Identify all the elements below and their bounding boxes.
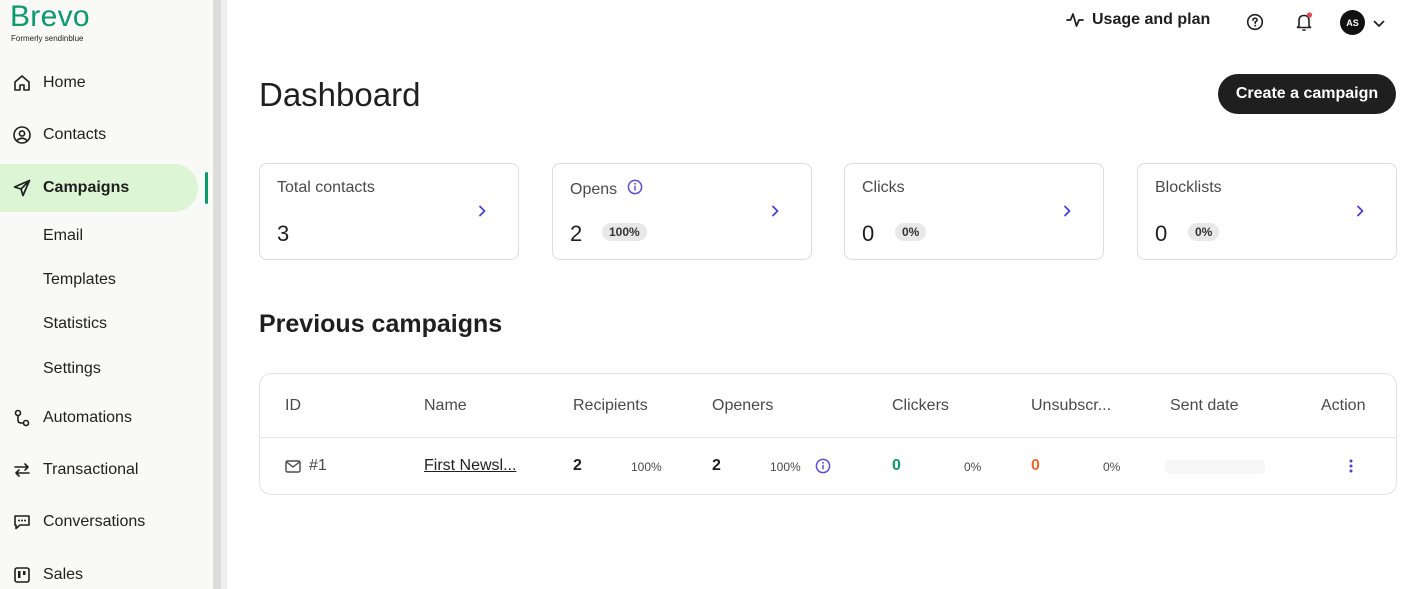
openers-percent: 100% xyxy=(770,460,801,474)
unsubscribed-count: 0 xyxy=(1031,457,1040,474)
clickers-count: 0 xyxy=(892,457,901,474)
stat-card-blocklists[interactable]: Blocklists 0 0% xyxy=(1137,163,1397,260)
sidebar-subitem-statistics[interactable]: Statistics xyxy=(43,315,107,333)
column-header-clickers[interactable]: Clickers xyxy=(892,397,949,415)
sidebar-item-conversations[interactable]: Conversations xyxy=(0,498,198,546)
sidebar-item-label: Conversations xyxy=(43,513,146,530)
sales-icon xyxy=(11,564,33,586)
chevron-right-icon xyxy=(477,204,487,223)
stat-label-text: Clicks xyxy=(862,179,905,196)
sidebar-item-home[interactable]: Home xyxy=(0,59,198,107)
transactional-icon xyxy=(11,459,33,481)
column-header-sent-date[interactable]: Sent date xyxy=(1170,397,1239,415)
stat-label: Clicks xyxy=(862,179,905,197)
sidebar-item-label: Contacts xyxy=(43,126,107,143)
stat-card-clicks[interactable]: Clicks 0 0% xyxy=(844,163,1104,260)
sent-date-redacted xyxy=(1165,460,1265,474)
sidebar-subitem-templates[interactable]: Templates xyxy=(43,271,116,289)
stat-label-text: Opens xyxy=(570,180,618,198)
campaign-name-link[interactable]: First Newsl... xyxy=(424,457,516,475)
active-indicator xyxy=(205,172,208,204)
sidebar: Brevo Formerly sendinblue Home Contacts … xyxy=(0,0,213,589)
chevron-right-icon xyxy=(1062,204,1072,223)
percent-badge: 0% xyxy=(895,223,927,241)
unsubscribed-percent: 0% xyxy=(1103,460,1121,474)
chevron-down-icon[interactable] xyxy=(1373,15,1385,33)
table-divider xyxy=(260,437,1396,438)
sidebar-subitem-email[interactable]: Email xyxy=(43,227,83,245)
usage-and-plan-link[interactable]: Usage and plan xyxy=(1066,11,1210,29)
openers-count: 2 xyxy=(712,457,721,474)
stat-value: 0 xyxy=(862,221,875,246)
campaigns-table: ID Name Recipients Openers Clickers Unsu… xyxy=(259,373,1397,495)
activity-icon xyxy=(1066,13,1084,27)
column-header-action: Action xyxy=(1321,397,1366,414)
stat-label: Blocklists xyxy=(1155,179,1222,197)
sidebar-item-label: Transactional xyxy=(43,461,139,478)
home-icon xyxy=(11,72,33,94)
campaign-id-cell: #1 xyxy=(285,457,327,475)
percent-badge: 100% xyxy=(602,223,647,241)
notification-bell-icon[interactable] xyxy=(1295,11,1315,38)
sidebar-item-contacts[interactable]: Contacts xyxy=(0,111,198,159)
more-options-icon[interactable] xyxy=(1343,457,1359,480)
column-header-recipients[interactable]: Recipients xyxy=(573,397,648,415)
stat-label: Total contacts xyxy=(277,179,375,197)
contacts-icon xyxy=(11,124,33,146)
section-title-previous-campaigns: Previous campaigns xyxy=(259,310,503,338)
column-header-id[interactable]: ID xyxy=(285,397,301,415)
create-campaign-button[interactable]: Create a campaign xyxy=(1218,74,1396,114)
sidebar-item-label: Campaigns xyxy=(43,179,130,196)
info-icon[interactable] xyxy=(815,458,831,479)
usage-label: Usage and plan xyxy=(1092,11,1211,28)
sidebar-item-label: Home xyxy=(43,74,86,91)
avatar[interactable]: AS xyxy=(1340,10,1365,35)
chat-icon xyxy=(11,511,33,533)
chevron-right-icon xyxy=(1355,204,1365,223)
brand-name: Brevo xyxy=(10,0,90,33)
recipients-percent: 100% xyxy=(631,460,662,474)
brand-logo[interactable]: Brevo Formerly sendinblue xyxy=(10,0,90,44)
stat-label-text: Total contacts xyxy=(277,179,375,196)
sidebar-item-automations[interactable]: Automations xyxy=(0,394,198,442)
chevron-right-icon xyxy=(770,204,780,223)
sidebar-item-sales[interactable]: Sales xyxy=(0,551,198,589)
sidebar-scrollbar[interactable] xyxy=(213,0,227,589)
percent-badge: 0% xyxy=(1188,223,1220,241)
stat-card-total-contacts[interactable]: Total contacts 3 xyxy=(259,163,519,260)
sidebar-subitem-settings[interactable]: Settings xyxy=(43,360,101,378)
stat-card-opens[interactable]: Opens 2 100% xyxy=(552,163,812,260)
clickers-percent: 0% xyxy=(964,460,982,474)
send-icon xyxy=(11,177,33,199)
sidebar-item-campaigns[interactable]: Campaigns xyxy=(0,164,198,212)
column-header-unsubscribed[interactable]: Unsubscr... xyxy=(1031,397,1111,415)
stat-value: 0 xyxy=(1155,221,1168,246)
email-icon xyxy=(285,459,301,473)
info-icon[interactable] xyxy=(627,179,643,200)
automations-icon xyxy=(11,407,33,429)
recipients-count: 2 xyxy=(573,457,582,474)
sidebar-item-transactional[interactable]: Transactional xyxy=(0,446,198,494)
brand-subtitle: Formerly sendinblue xyxy=(11,34,84,43)
campaign-id: #1 xyxy=(309,457,327,474)
column-header-name[interactable]: Name xyxy=(424,397,467,415)
sidebar-item-label: Sales xyxy=(43,566,84,583)
help-icon[interactable] xyxy=(1246,13,1264,36)
stat-label: Opens xyxy=(570,179,643,200)
stat-value: 2 xyxy=(570,221,583,246)
stat-value: 3 xyxy=(277,221,290,246)
column-header-openers[interactable]: Openers xyxy=(712,397,773,415)
stat-label-text: Blocklists xyxy=(1155,179,1222,196)
sidebar-item-label: Automations xyxy=(43,409,132,426)
page-title: Dashboard xyxy=(259,76,421,113)
